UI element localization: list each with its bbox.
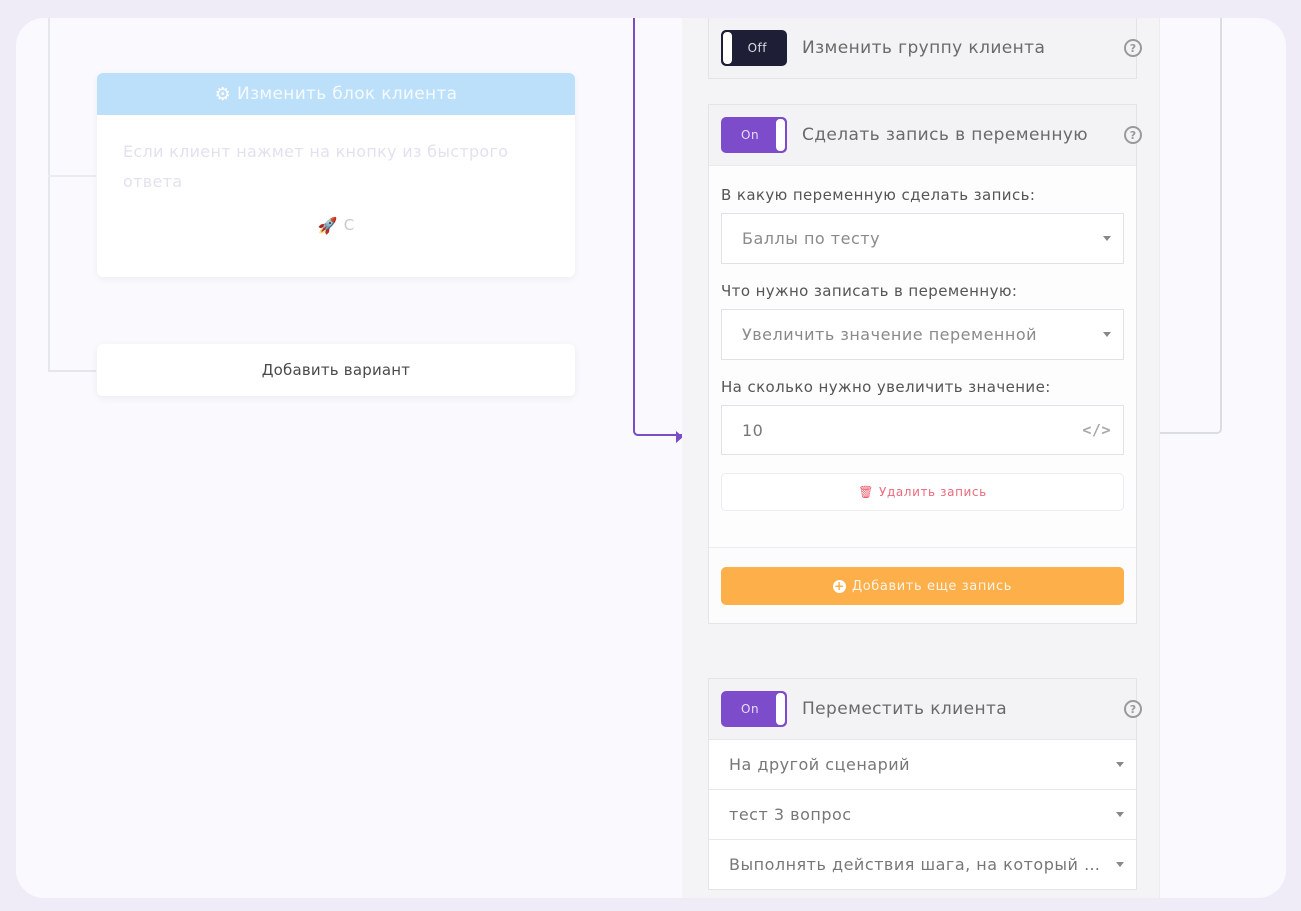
connector-line bbox=[1160, 18, 1222, 434]
move-client-section: On Переместить клиента ? На другой сцена… bbox=[708, 678, 1142, 890]
section-title: Переместить клиента bbox=[802, 699, 1008, 719]
block-card-title: Изменить блок клиента bbox=[237, 84, 458, 104]
chevron-down-icon bbox=[1103, 236, 1111, 241]
chevron-down-icon bbox=[1116, 812, 1124, 817]
connector-line bbox=[48, 175, 96, 177]
code-icon[interactable]: </> bbox=[1082, 421, 1111, 439]
plus-circle-icon: + bbox=[833, 579, 846, 593]
add-record-button[interactable]: + Добавить еще запись bbox=[721, 567, 1124, 605]
write-variable-toggle[interactable]: On bbox=[721, 117, 787, 153]
toggle-knob bbox=[774, 117, 787, 153]
section-body: В какую переменную сделать запись: Баллы… bbox=[709, 165, 1136, 623]
move-target-type-select[interactable]: На другой сценарий bbox=[709, 739, 1136, 789]
flow-canvas[interactable]: ⚙ Изменить блок клиента Если клиент нажм… bbox=[16, 18, 1286, 898]
section-footer: + Добавить еще запись bbox=[709, 547, 1136, 623]
action-select-value: Увеличить значение переменной bbox=[742, 325, 1038, 344]
variable-select[interactable]: Баллы по тесту bbox=[721, 213, 1124, 264]
quick-reply-button[interactable]: 🚀 С bbox=[127, 205, 545, 245]
help-icon[interactable]: ? bbox=[1124, 126, 1142, 144]
toggle-label: On bbox=[741, 702, 760, 716]
change-group-toggle[interactable]: Off bbox=[721, 30, 787, 66]
help-icon[interactable]: ? bbox=[1124, 39, 1142, 57]
trash-icon: 🗑 bbox=[858, 485, 875, 499]
delete-record-button[interactable]: 🗑 Удалить запись bbox=[721, 473, 1124, 511]
chevron-down-icon bbox=[1103, 332, 1111, 337]
section-header: On Переместить клиента ? bbox=[709, 679, 1142, 739]
action-select[interactable]: Увеличить значение переменной bbox=[721, 309, 1124, 360]
select-value: тест 3 вопрос bbox=[729, 805, 852, 824]
step-actions-select[interactable]: Выполнять действия шага, на который … bbox=[709, 839, 1136, 889]
select-value: Выполнять действия шага, на который … bbox=[729, 855, 1101, 874]
chevron-down-icon bbox=[1116, 862, 1124, 867]
change-group-section: Off Изменить группу клиента ? bbox=[708, 18, 1142, 79]
amount-input-value: 10 bbox=[742, 420, 764, 440]
block-card-header: ⚙ Изменить блок клиента bbox=[97, 73, 575, 115]
connector-line bbox=[48, 18, 50, 372]
change-block-card[interactable]: ⚙ Изменить блок клиента Если клиент нажм… bbox=[97, 73, 575, 277]
section-header: On Сделать запись в переменную ? bbox=[709, 105, 1142, 165]
quick-reply-label: С bbox=[343, 216, 355, 234]
connector-line bbox=[48, 370, 96, 372]
select-value: На другой сценарий bbox=[729, 755, 911, 774]
scenario-select[interactable]: тест 3 вопрос bbox=[709, 789, 1136, 839]
delete-record-label: Удалить запись bbox=[879, 485, 987, 499]
gear-icon: ⚙ bbox=[214, 83, 232, 105]
amount-label: На сколько нужно увеличить значение: bbox=[721, 378, 1051, 396]
write-variable-section: On Сделать запись в переменную ? В какую… bbox=[708, 104, 1142, 624]
action-label: Что нужно записать в переменную: bbox=[721, 282, 1018, 300]
settings-panel: Off Изменить группу клиента ? On Сделать… bbox=[682, 18, 1160, 898]
add-variant-button[interactable]: Добавить вариант bbox=[97, 344, 575, 396]
section-title: Сделать запись в переменную bbox=[802, 125, 1089, 145]
variable-select-value: Баллы по тесту bbox=[742, 229, 881, 248]
toggle-knob bbox=[721, 30, 734, 66]
variable-label: В какую переменную сделать запись: bbox=[721, 186, 1036, 204]
chevron-down-icon bbox=[1116, 762, 1124, 767]
rocket-icon: 🚀 bbox=[317, 215, 338, 235]
section-header: Off Изменить группу клиента ? bbox=[709, 18, 1142, 78]
amount-input[interactable]: 10 </> bbox=[721, 405, 1124, 455]
add-record-label: Добавить еще запись bbox=[852, 578, 1012, 594]
toggle-label: On bbox=[741, 128, 760, 142]
section-title: Изменить группу клиента bbox=[802, 38, 1046, 58]
move-client-toggle[interactable]: On bbox=[721, 691, 787, 727]
active-connector-line bbox=[633, 18, 683, 436]
help-icon[interactable]: ? bbox=[1124, 700, 1142, 718]
toggle-knob bbox=[774, 691, 787, 727]
block-card-text: Если клиент нажмет на кнопку из быстрого… bbox=[123, 142, 509, 191]
toggle-label: Off bbox=[747, 41, 767, 55]
